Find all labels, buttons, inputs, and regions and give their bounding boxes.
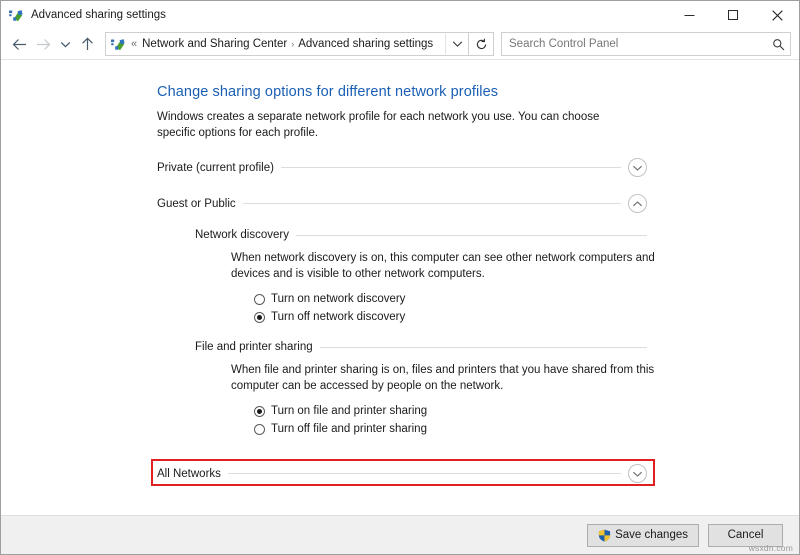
breadcrumb-item-advanced-sharing-settings[interactable]: Advanced sharing settings xyxy=(298,38,433,50)
uac-shield-icon xyxy=(598,529,611,542)
title-bar-left: Advanced sharing settings xyxy=(1,9,166,22)
highlight-annotation-all-networks xyxy=(151,459,655,486)
section-description-network-discovery: When network discovery is on, this compu… xyxy=(231,252,655,280)
breadcrumb-item-network-and-sharing-center[interactable]: Network and Sharing Center xyxy=(142,38,287,50)
content-area: Change sharing options for different net… xyxy=(1,60,799,515)
save-changes-label: Save changes xyxy=(615,529,688,541)
cancel-label: Cancel xyxy=(727,529,764,541)
section-title-file-and-printer-sharing: File and printer sharing xyxy=(195,341,313,353)
search-input[interactable] xyxy=(509,38,772,50)
content-inner: Change sharing options for different net… xyxy=(1,60,799,437)
section-body: When file and printer sharing is on, fil… xyxy=(231,362,654,437)
refresh-button[interactable] xyxy=(469,32,494,56)
profile-label-private[interactable]: Private (current profile) xyxy=(157,162,274,174)
recent-locations-button[interactable] xyxy=(55,32,75,56)
profile-row-guest-or-public[interactable]: Guest or Public xyxy=(157,194,647,213)
back-button[interactable] xyxy=(7,32,31,56)
radio-button[interactable] xyxy=(254,423,265,435)
radio-button[interactable] xyxy=(254,293,265,305)
section-file-and-printer-sharing: File and printer sharing When file and p… xyxy=(195,341,654,437)
radio-turn-on-file-and-printer-sharing[interactable]: Turn on file and printer sharing xyxy=(254,403,647,419)
radio-button-selected[interactable] xyxy=(254,405,265,417)
profile-row-private[interactable]: Private (current profile) xyxy=(157,158,647,177)
chevron-up-icon[interactable] xyxy=(628,194,647,213)
navigation-toolbar: « Network and Sharing Center › Advanced … xyxy=(1,29,799,59)
section-network-discovery: Network discovery When network discovery… xyxy=(195,229,655,325)
search-icon[interactable] xyxy=(772,38,785,51)
window-title: Advanced sharing settings xyxy=(31,9,166,21)
maximize-button[interactable] xyxy=(711,1,755,29)
search-box[interactable] xyxy=(501,32,791,56)
title-bar: Advanced sharing settings xyxy=(1,1,799,29)
section-header: File and printer sharing xyxy=(195,341,647,353)
section-rule xyxy=(319,346,647,348)
page-description: Windows creates a separate network profi… xyxy=(157,111,600,139)
radio-group-network-discovery: Turn on network discovery Turn off netwo… xyxy=(254,291,647,325)
breadcrumb: « Network and Sharing Center › Advanced … xyxy=(111,38,445,51)
footer-bar: Save changes Cancel wsxdn.com xyxy=(1,515,799,554)
window-controls xyxy=(667,1,799,29)
address-bar[interactable]: « Network and Sharing Center › Advanced … xyxy=(105,32,469,56)
advanced-sharing-settings-window: Advanced sharing settings « Network and … xyxy=(0,0,800,555)
profile-rule xyxy=(280,167,621,168)
chevron-down-icon[interactable] xyxy=(445,34,468,54)
radio-button-selected[interactable] xyxy=(254,311,265,323)
section-body: When network discovery is on, this compu… xyxy=(231,250,655,325)
page-title: Change sharing options for different net… xyxy=(157,84,499,100)
watermark: wsxdn.com xyxy=(748,543,793,553)
network-sharing-icon xyxy=(9,9,24,22)
section-description-file-and-printer-sharing: When file and printer sharing is on, fil… xyxy=(231,364,655,392)
profile-rule xyxy=(242,203,621,204)
breadcrumb-overflow[interactable]: « xyxy=(130,38,138,50)
minimize-button[interactable] xyxy=(667,1,711,29)
radio-turn-off-network-discovery[interactable]: Turn off network discovery xyxy=(254,309,647,325)
radio-label[interactable]: Turn off network discovery xyxy=(271,311,405,323)
profile-label-guest-or-public[interactable]: Guest or Public xyxy=(157,198,236,210)
radio-turn-off-file-and-printer-sharing[interactable]: Turn off file and printer sharing xyxy=(254,421,647,437)
radio-turn-on-network-discovery[interactable]: Turn on network discovery xyxy=(254,291,647,307)
section-rule xyxy=(295,234,647,236)
breadcrumb-network-icon xyxy=(111,38,126,51)
chevron-down-icon[interactable] xyxy=(628,158,647,177)
breadcrumb-separator-icon: › xyxy=(291,39,295,49)
radio-group-file-and-printer-sharing: Turn on file and printer sharing Turn of… xyxy=(254,403,647,437)
up-button[interactable] xyxy=(75,32,99,56)
save-changes-button[interactable]: Save changes xyxy=(587,523,699,547)
forward-button[interactable] xyxy=(31,32,55,56)
radio-label[interactable]: Turn on network discovery xyxy=(271,293,405,305)
close-button[interactable] xyxy=(755,1,799,29)
section-header: Network discovery xyxy=(195,229,647,241)
radio-label[interactable]: Turn off file and printer sharing xyxy=(271,423,427,435)
section-title-network-discovery: Network discovery xyxy=(195,229,289,241)
radio-label[interactable]: Turn on file and printer sharing xyxy=(271,405,427,417)
